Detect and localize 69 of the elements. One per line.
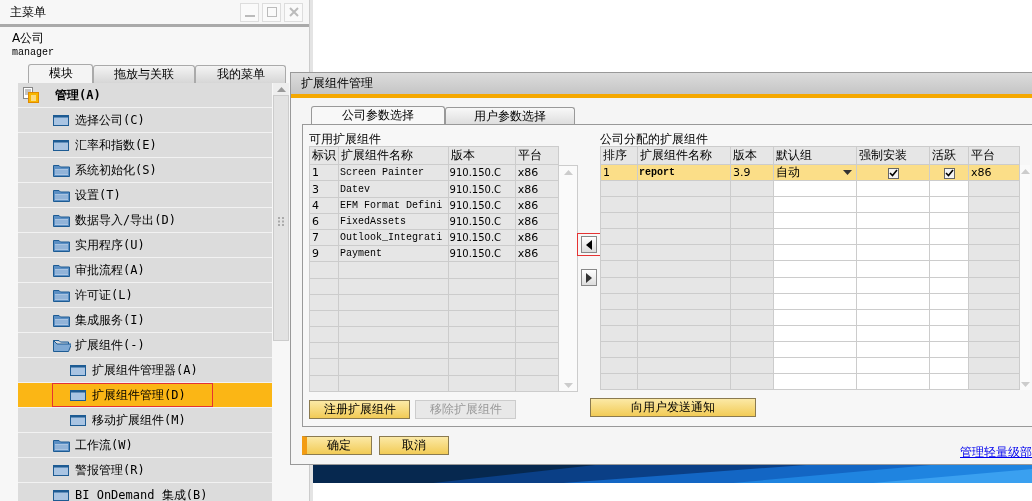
notify-users-button[interactable]: 向用户发送通知 <box>590 398 756 417</box>
column-header[interactable]: 标识 <box>309 146 339 165</box>
menu-item-label: 许可证(L) <box>75 286 133 304</box>
table-cell: x86 <box>515 229 559 246</box>
menu-item-label: 扩展组件管理(D) <box>92 386 186 404</box>
tab[interactable]: 公司参数选择 <box>311 106 445 124</box>
table-cell: 1 <box>309 164 339 181</box>
manage-link[interactable]: 管理轻量级部 <box>960 444 1032 461</box>
menu-item-label: 工作流(W) <box>75 436 133 454</box>
menu-tab[interactable]: 拖放与关联 <box>93 65 195 83</box>
column-header[interactable]: 版本 <box>448 146 516 165</box>
table-cell: 910.150.C <box>448 213 516 230</box>
column-header[interactable]: 默认组 <box>773 146 857 165</box>
column-header[interactable]: 扩展组件名称 <box>637 146 731 165</box>
menu-item-label: 移动扩展组件(M) <box>92 411 186 429</box>
menu-item-label: 数据导入/导出(D) <box>75 211 176 229</box>
column-header[interactable]: 排序 <box>600 146 638 165</box>
table-cell: EFM Format Defini <box>338 197 449 214</box>
menu-item-label: 管理(A) <box>55 86 101 104</box>
ok-button[interactable]: 确定 <box>302 436 372 455</box>
menu-item-label: 警报管理(R) <box>75 461 145 479</box>
table-cell: x86 <box>515 245 559 262</box>
menu-item-label: 扩展组件(-) <box>75 336 145 354</box>
dialog-title: 扩展组件管理 <box>301 76 373 90</box>
cancel-button[interactable]: 取消 <box>379 436 449 455</box>
table-cell: 3 <box>309 180 339 198</box>
table-cell: 9 <box>309 245 339 262</box>
table-cell: 910.150.C <box>448 180 516 198</box>
column-header[interactable]: 版本 <box>730 146 774 165</box>
table-cell: Datev <box>338 180 449 198</box>
table-cell: Payment <box>338 245 449 262</box>
column-header[interactable]: 平台 <box>968 146 1020 165</box>
register-button[interactable]: 注册扩展组件 <box>309 400 410 419</box>
column-header[interactable]: 强制安装 <box>856 146 930 165</box>
table-cell: 4 <box>309 197 339 214</box>
column-header[interactable]: 扩展组件名称 <box>338 146 449 165</box>
menu-item-label: 审批流程(A) <box>75 261 145 279</box>
table-cell: x86 <box>515 213 559 230</box>
menu-item[interactable]: 扩展组件管理(D) <box>18 383 272 408</box>
table-cell: Screen Painter <box>338 164 449 181</box>
table-cell: Outlook_Integrati <box>338 229 449 246</box>
table-cell: 910.150.C <box>448 164 516 181</box>
table-cell: 910.150.C <box>448 245 516 262</box>
table-title: 公司分配的扩展组件 <box>600 132 709 146</box>
menu-item-label: 系统初始化(S) <box>75 161 157 179</box>
table-cell: x86 <box>515 180 559 198</box>
user-name: manager <box>12 46 55 60</box>
menu-item-label: BI OnDemand 集成(B) <box>75 486 208 501</box>
company-name: A公司 <box>12 30 46 46</box>
tab[interactable]: 用户参数选择 <box>445 107 575 124</box>
column-header[interactable]: 平台 <box>515 146 559 165</box>
table-cell: 910.150.C <box>448 229 516 246</box>
table-cell: x86 <box>515 164 559 181</box>
table-cell: FixedAssets <box>338 213 449 230</box>
menu-item-label: 集成服务(I) <box>75 311 145 329</box>
table-cell: 7 <box>309 229 339 246</box>
menu-item-label: 汇率和指数(E) <box>75 136 157 154</box>
menu-item-label: 实用程序(U) <box>75 236 145 254</box>
table-title: 可用扩展组件 <box>309 132 382 146</box>
window-title: 主菜单 <box>10 3 46 21</box>
menu-tab[interactable]: 我的菜单 <box>195 65 286 83</box>
column-header[interactable]: 活跃 <box>929 146 969 165</box>
menu-tab[interactable]: 模块 <box>28 64 93 83</box>
menu-item-label: 扩展组件管理器(A) <box>92 361 198 379</box>
table-cell: 910.150.C <box>448 197 516 214</box>
table-cell: 6 <box>309 213 339 230</box>
menu-item-label: 选择公司(C) <box>75 111 145 129</box>
menu-item-label: 设置(T) <box>75 186 121 204</box>
table-cell: x86 <box>515 197 559 214</box>
